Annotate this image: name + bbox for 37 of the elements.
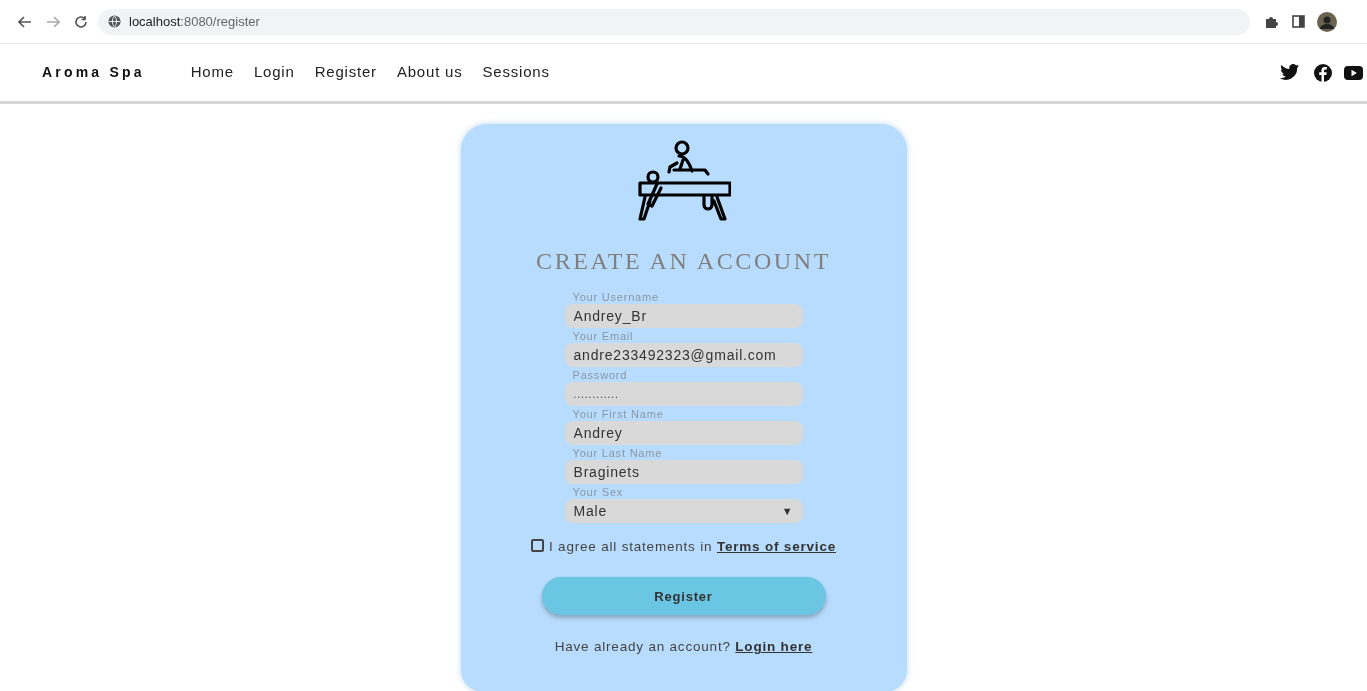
url-text: localhost:8080/register — [129, 12, 260, 31]
password-field[interactable]: ............ — [564, 382, 803, 406]
terms-agreement-text: I agree all statements in Terms of service — [531, 537, 836, 558]
field-label: Your Sex — [571, 486, 625, 499]
checkbox[interactable] — [531, 539, 544, 552]
input-field[interactable]: Braginets — [564, 460, 803, 484]
video-play-icon[interactable] — [1344, 65, 1363, 80]
field-label: Your Username — [571, 291, 660, 304]
avatar-icon[interactable] — [1317, 11, 1337, 32]
input-field[interactable]: Andrey_Br — [564, 304, 803, 328]
nav-link[interactable]: About us — [396, 61, 463, 84]
nav-link[interactable]: Register — [314, 61, 377, 84]
login-link[interactable]: Login here — [735, 639, 813, 655]
form-title: CREATE AN ACCOUNT — [536, 247, 831, 276]
side-panel-icon[interactable] — [1292, 15, 1305, 28]
massage-icon — [636, 139, 731, 221]
facebook-icon[interactable] — [1314, 63, 1332, 82]
input-field[interactable]: andre233492323@gmail.com — [564, 343, 803, 367]
sex-select[interactable]: Male ▼ — [564, 499, 803, 523]
terms-link[interactable]: Terms of service — [716, 539, 836, 554]
bird-icon[interactable] — [1280, 64, 1300, 81]
nav-link[interactable]: Home — [190, 61, 234, 84]
field-label: Your Email — [571, 330, 635, 343]
nav-link[interactable]: Login — [253, 61, 295, 84]
reload-icon[interactable] — [74, 14, 88, 29]
address-bar[interactable]: localhost:8080/register — [98, 8, 1250, 35]
nav-link[interactable]: Sessions — [482, 61, 550, 84]
puzzle-icon[interactable] — [1264, 14, 1278, 29]
field-label: Password — [571, 369, 629, 382]
login-prompt-text: Have already an account? Login here — [554, 638, 813, 657]
field-label: Your First Name — [571, 408, 665, 421]
field-label: Your Last Name — [571, 447, 664, 460]
globe-icon — [108, 15, 121, 28]
brand-name[interactable]: Aroma Spa — [42, 62, 145, 83]
input-field[interactable]: Andrey — [564, 421, 803, 445]
register-button[interactable]: Register — [541, 577, 826, 616]
back-icon[interactable] — [18, 14, 32, 29]
